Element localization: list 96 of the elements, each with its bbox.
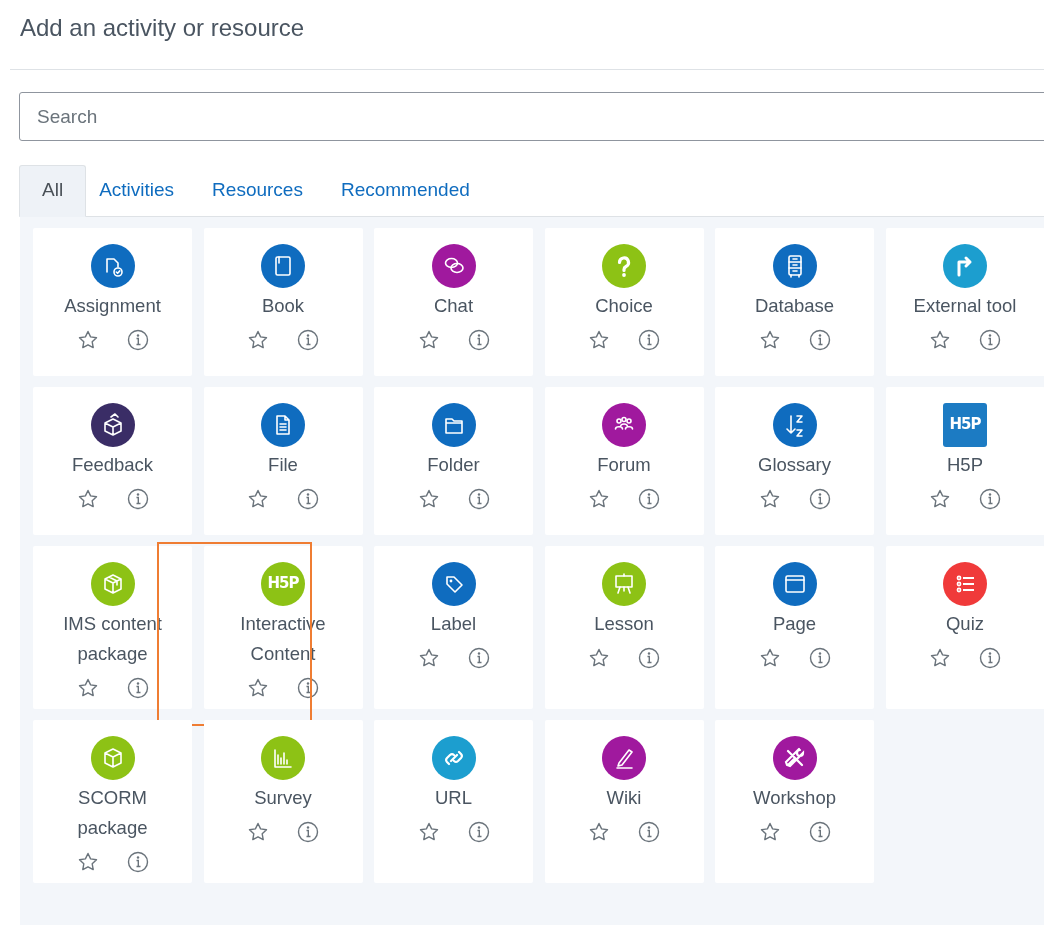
info-icon[interactable] — [979, 487, 1001, 510]
info-icon[interactable] — [979, 646, 1001, 669]
activity-card[interactable]: Assignment — [33, 227, 192, 376]
star-icon[interactable] — [588, 646, 610, 669]
activity-name: Workshop — [753, 785, 836, 810]
activity-name: Forum — [597, 452, 651, 477]
star-icon[interactable] — [588, 487, 610, 510]
info-icon[interactable] — [467, 328, 490, 351]
star-icon[interactable] — [758, 328, 781, 351]
star-icon[interactable] — [929, 328, 951, 351]
activity-card[interactable]: Database — [715, 227, 874, 376]
activity-card[interactable]: SCORM package — [33, 719, 192, 883]
activity-card[interactable]: Book — [203, 227, 363, 376]
activity-card[interactable]: Survey — [203, 719, 363, 883]
tab[interactable]: Activities — [86, 165, 188, 217]
star-icon[interactable] — [929, 487, 951, 510]
activity-card[interactable]: File — [203, 386, 363, 535]
star-icon[interactable] — [76, 328, 99, 351]
activity-name: Wiki — [606, 785, 642, 810]
activity-card[interactable]: Feedback — [33, 386, 192, 535]
tab[interactable]: Recommended — [327, 165, 483, 217]
activity-card[interactable]: H5P H5P — [885, 386, 1044, 535]
activity-card[interactable]: Workshop — [715, 719, 874, 883]
activity-card[interactable]: Chat — [374, 227, 533, 376]
activity-name: Assignment — [64, 293, 161, 318]
activity-card[interactable]: Wiki — [544, 719, 704, 883]
info-icon[interactable] — [808, 487, 831, 510]
info-icon[interactable] — [126, 328, 149, 351]
activity-name: URL — [435, 785, 472, 810]
activity-name: Chat — [433, 293, 474, 318]
star-icon[interactable] — [929, 646, 951, 669]
logo-icon: H5P — [943, 402, 987, 447]
star-icon[interactable] — [758, 646, 781, 669]
info-icon[interactable] — [638, 487, 660, 510]
activity-name: Label — [430, 611, 477, 636]
star-icon[interactable] — [247, 820, 269, 843]
star-icon[interactable] — [76, 850, 99, 873]
search-field[interactable]: Search — [19, 92, 1044, 141]
activity-card[interactable]: External tool — [885, 227, 1044, 376]
info-icon[interactable] — [126, 850, 149, 873]
activity-card[interactable]: Choice — [544, 227, 704, 376]
activity-card[interactable]: Lesson — [544, 545, 704, 709]
star-icon[interactable] — [76, 676, 99, 699]
info-icon[interactable] — [297, 328, 319, 351]
tab[interactable]: Resources — [199, 165, 316, 217]
activity-card[interactable]: Quiz — [885, 545, 1044, 709]
activity-name: Feedback — [71, 452, 154, 477]
info-icon[interactable] — [638, 646, 660, 669]
activity-name: H5P — [947, 452, 983, 477]
activity-name: Folder — [427, 452, 480, 477]
activity-name: Glossary — [758, 452, 831, 477]
logo-icon: H5P — [261, 561, 305, 606]
activity-name: External tool — [913, 293, 1017, 318]
activity-card[interactable]: Folder — [374, 386, 533, 535]
star-icon[interactable] — [588, 328, 610, 351]
info-icon[interactable] — [297, 487, 319, 510]
info-icon[interactable] — [979, 328, 1001, 351]
activity-card[interactable]: Glossary — [715, 386, 874, 535]
activity-name: Book — [261, 293, 305, 318]
activity-card[interactable]: Page — [715, 545, 874, 709]
activity-card[interactable]: Forum — [544, 386, 704, 535]
activity-name: Survey — [254, 785, 312, 810]
activity-name: Page — [772, 611, 817, 636]
activity-name: Lesson — [594, 611, 654, 636]
info-icon[interactable] — [467, 487, 490, 510]
info-icon[interactable] — [297, 676, 319, 699]
activity-card[interactable]: URL — [374, 719, 533, 883]
star-icon[interactable] — [758, 487, 781, 510]
activity-name: SCORM package — [76, 785, 149, 840]
activity-name: File — [268, 452, 298, 477]
star-icon[interactable] — [76, 487, 99, 510]
activity-name: Quiz — [945, 611, 984, 636]
activity-name: Database — [754, 293, 835, 318]
star-icon[interactable] — [247, 487, 269, 510]
info-icon[interactable] — [638, 820, 660, 843]
info-icon[interactable] — [808, 646, 831, 669]
activity-name: Choice — [595, 293, 653, 318]
info-icon[interactable] — [808, 820, 831, 843]
info-icon[interactable] — [808, 328, 831, 351]
star-icon[interactable] — [417, 328, 440, 351]
info-icon[interactable] — [126, 487, 149, 510]
star-icon[interactable] — [417, 820, 440, 843]
star-icon[interactable] — [417, 646, 440, 669]
dialog-title: Add an activity or resource — [19, 13, 306, 43]
star-icon[interactable] — [417, 487, 440, 510]
star-icon[interactable] — [247, 676, 269, 699]
star-icon[interactable] — [758, 820, 781, 843]
tab[interactable]: All — [19, 165, 87, 217]
info-icon[interactable] — [297, 820, 319, 843]
info-icon[interactable] — [126, 676, 149, 699]
info-icon[interactable] — [467, 820, 490, 843]
star-icon[interactable] — [588, 820, 610, 843]
activity-card[interactable]: Label — [374, 545, 533, 709]
star-icon[interactable] — [247, 328, 269, 351]
info-icon[interactable] — [467, 646, 490, 669]
info-icon[interactable] — [638, 328, 660, 351]
